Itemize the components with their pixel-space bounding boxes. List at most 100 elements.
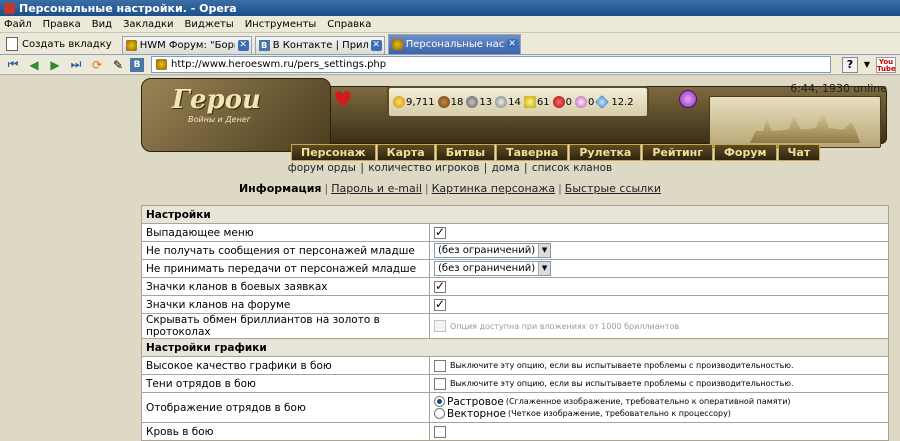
vector-option[interactable]: Векторное (Четкое изображение, требовате… [434,408,884,420]
setting-row: Не принимать передачи от персонажей млад… [141,259,889,278]
youtube-icon[interactable]: You Tube [876,57,896,73]
tab-information[interactable]: Информация [239,182,322,195]
setting-row: Выпадающее меню [141,223,889,242]
resource-wood: 18 [437,96,463,108]
window-titlebar: Персональные настройки. - Opera [0,0,900,16]
nav-chat[interactable]: Чат [777,144,821,161]
sulfur-icon [523,96,536,108]
tab-label: HWM Форум: "Борьба с ... [139,40,235,51]
clan-icons-forum-checkbox[interactable] [434,297,446,311]
close-tab-icon[interactable]: ✕ [237,40,249,51]
nav-tavern[interactable]: Таверна [496,144,569,161]
setting-row: Высокое качество графики в бою Выключите… [141,356,889,375]
ore-icon [466,96,479,108]
menu-tools[interactable]: Инструменты [245,19,317,30]
link-clan-list[interactable]: список кланов [532,162,612,174]
resource-gold: 9,711 [393,96,435,108]
nav-rating[interactable]: Рейтинг [642,144,714,161]
gold-icon [393,96,405,108]
chevron-down-icon: ▼ [538,244,551,257]
reload-icon[interactable]: ⟳ [88,57,106,73]
resource-ore: 13 [466,96,492,108]
resource-gems: 0 [574,96,594,108]
section-header-settings: Настройки [141,205,889,224]
setting-label: Скрывать обмен бриллиантов на золото в п… [141,313,430,339]
hide-diamonds-note: Опция доступна при вложениях от 1000 бри… [450,321,680,331]
blood-checkbox[interactable] [434,425,446,438]
new-tab-button[interactable]: Создать вкладку [4,34,118,54]
game-logo-subtitle: Войны и Денег [188,115,251,124]
nav-roulette[interactable]: Рулетка [569,144,642,161]
address-field[interactable]: http://www.heroeswm.ru/pers_settings.php [151,56,831,73]
game-nav: Персонаж Карта Битвы Таверна Рулетка Рей… [291,144,821,161]
raster-option[interactable]: Растровое (Сглаженное изображение, требо… [434,396,884,408]
address-url: http://www.heroeswm.ru/pers_settings.php [171,59,387,70]
hide-diamond-exchange-checkbox [434,320,446,332]
tab-password-email[interactable]: Пароль и e-mail [331,182,422,195]
clan-icons-battle-checkbox[interactable] [434,279,446,293]
nav-map[interactable]: Карта [376,144,435,161]
menu-bookmarks[interactable]: Закладки [123,19,174,30]
dropdown-menu-checkbox[interactable] [434,225,446,239]
no-transfer-level-select[interactable]: (без ограничений) ▼ [434,261,552,276]
setting-label: Отображение отрядов в бою [141,392,430,423]
new-tab-label: Создать вкладку [22,38,112,50]
setting-label: Значки кланов на форуме [141,295,430,314]
hwm-favicon-icon [125,40,137,51]
raster-radio[interactable] [434,396,445,407]
nav-battles[interactable]: Битвы [435,144,496,161]
fast-forward-icon[interactable]: ⏭ [67,57,85,73]
resource-crystals: 0 [552,96,572,108]
tab-personal-settings[interactable]: Персональные настрой... ✕ [387,34,521,54]
tab-character-picture[interactable]: Картинка персонажа [432,182,555,195]
menu-widgets[interactable]: Виджеты [185,19,234,30]
nav-character[interactable]: Персонаж [291,144,376,161]
tab-label: Персональные настрой... [405,39,504,50]
heart-icon[interactable]: ♥ [333,90,355,112]
setting-label: Высокое качество графики в бою [141,356,430,375]
rewind-icon[interactable]: ⏮ [4,57,22,73]
diamond-icon [595,94,610,110]
game-header: Герои Войны и Денег ♥ 9,711 18 13 14 61 … [141,78,887,166]
tab-quick-links[interactable]: Быстрые ссылки [565,182,661,195]
setting-label: Кровь в бою [141,422,430,441]
link-houses[interactable]: дома [492,162,520,174]
tab-vkontakte[interactable]: B В Контакте | Приложения ✕ [254,36,385,54]
menu-file[interactable]: Файл [4,19,32,30]
tab-label: В Контакте | Приложения [272,40,368,51]
wood-icon [437,96,450,108]
castle-silhouette [750,113,860,143]
logo-plate[interactable]: Герои Войны и Денег [141,78,331,152]
link-player-count[interactable]: количество игроков [368,162,479,174]
menu-edit[interactable]: Правка [43,19,81,30]
right-tools: ? ▼ You Tube [842,57,896,73]
setting-label: Значки кланов в боевых заявках [141,277,430,296]
close-tab-icon[interactable]: ✕ [370,40,382,51]
vk-button-icon[interactable]: B [130,57,144,72]
no-messages-level-select[interactable]: (без ограничений) ▼ [434,243,552,258]
help-icon[interactable]: ? [842,57,858,73]
crystal-icon [552,96,565,108]
tab-hwm-forum[interactable]: HWM Форум: "Борьба с ... ✕ [121,36,252,54]
close-tab-icon[interactable]: ✕ [506,39,518,50]
link-horde-forum[interactable]: форум орды [288,162,356,174]
menu-view[interactable]: Вид [92,19,112,30]
setting-row: Отображение отрядов в бою Растровое (Сгл… [141,392,889,423]
potion-icon[interactable] [679,90,697,108]
menu-bar: Файл Правка Вид Закладки Виджеты Инструм… [0,16,900,33]
nav-forum[interactable]: Форум [714,144,777,161]
menu-help[interactable]: Справка [327,19,371,30]
forward-icon[interactable]: ▶ [46,57,64,73]
setting-row: Тени отрядов в бою Выключите эту опцию, … [141,374,889,393]
back-icon[interactable]: ◀ [25,57,43,73]
navigation-bar: ⏮ ◀ ▶ ⏭ ⟳ ✎ B http://www.heroeswm.ru/per… [0,55,900,75]
hq-graphics-checkbox[interactable] [434,359,446,372]
mercury-icon [495,96,508,108]
setting-label: Не принимать передачи от персонажей млад… [141,259,430,278]
vector-radio[interactable] [434,408,445,419]
sub-links: форум орды | количество игроков | дома |… [287,162,613,174]
edit-icon[interactable]: ✎ [109,57,127,73]
site-favicon-icon [156,59,167,70]
chevron-down-icon[interactable]: ▼ [861,57,873,73]
unit-shadows-checkbox[interactable] [434,377,446,390]
